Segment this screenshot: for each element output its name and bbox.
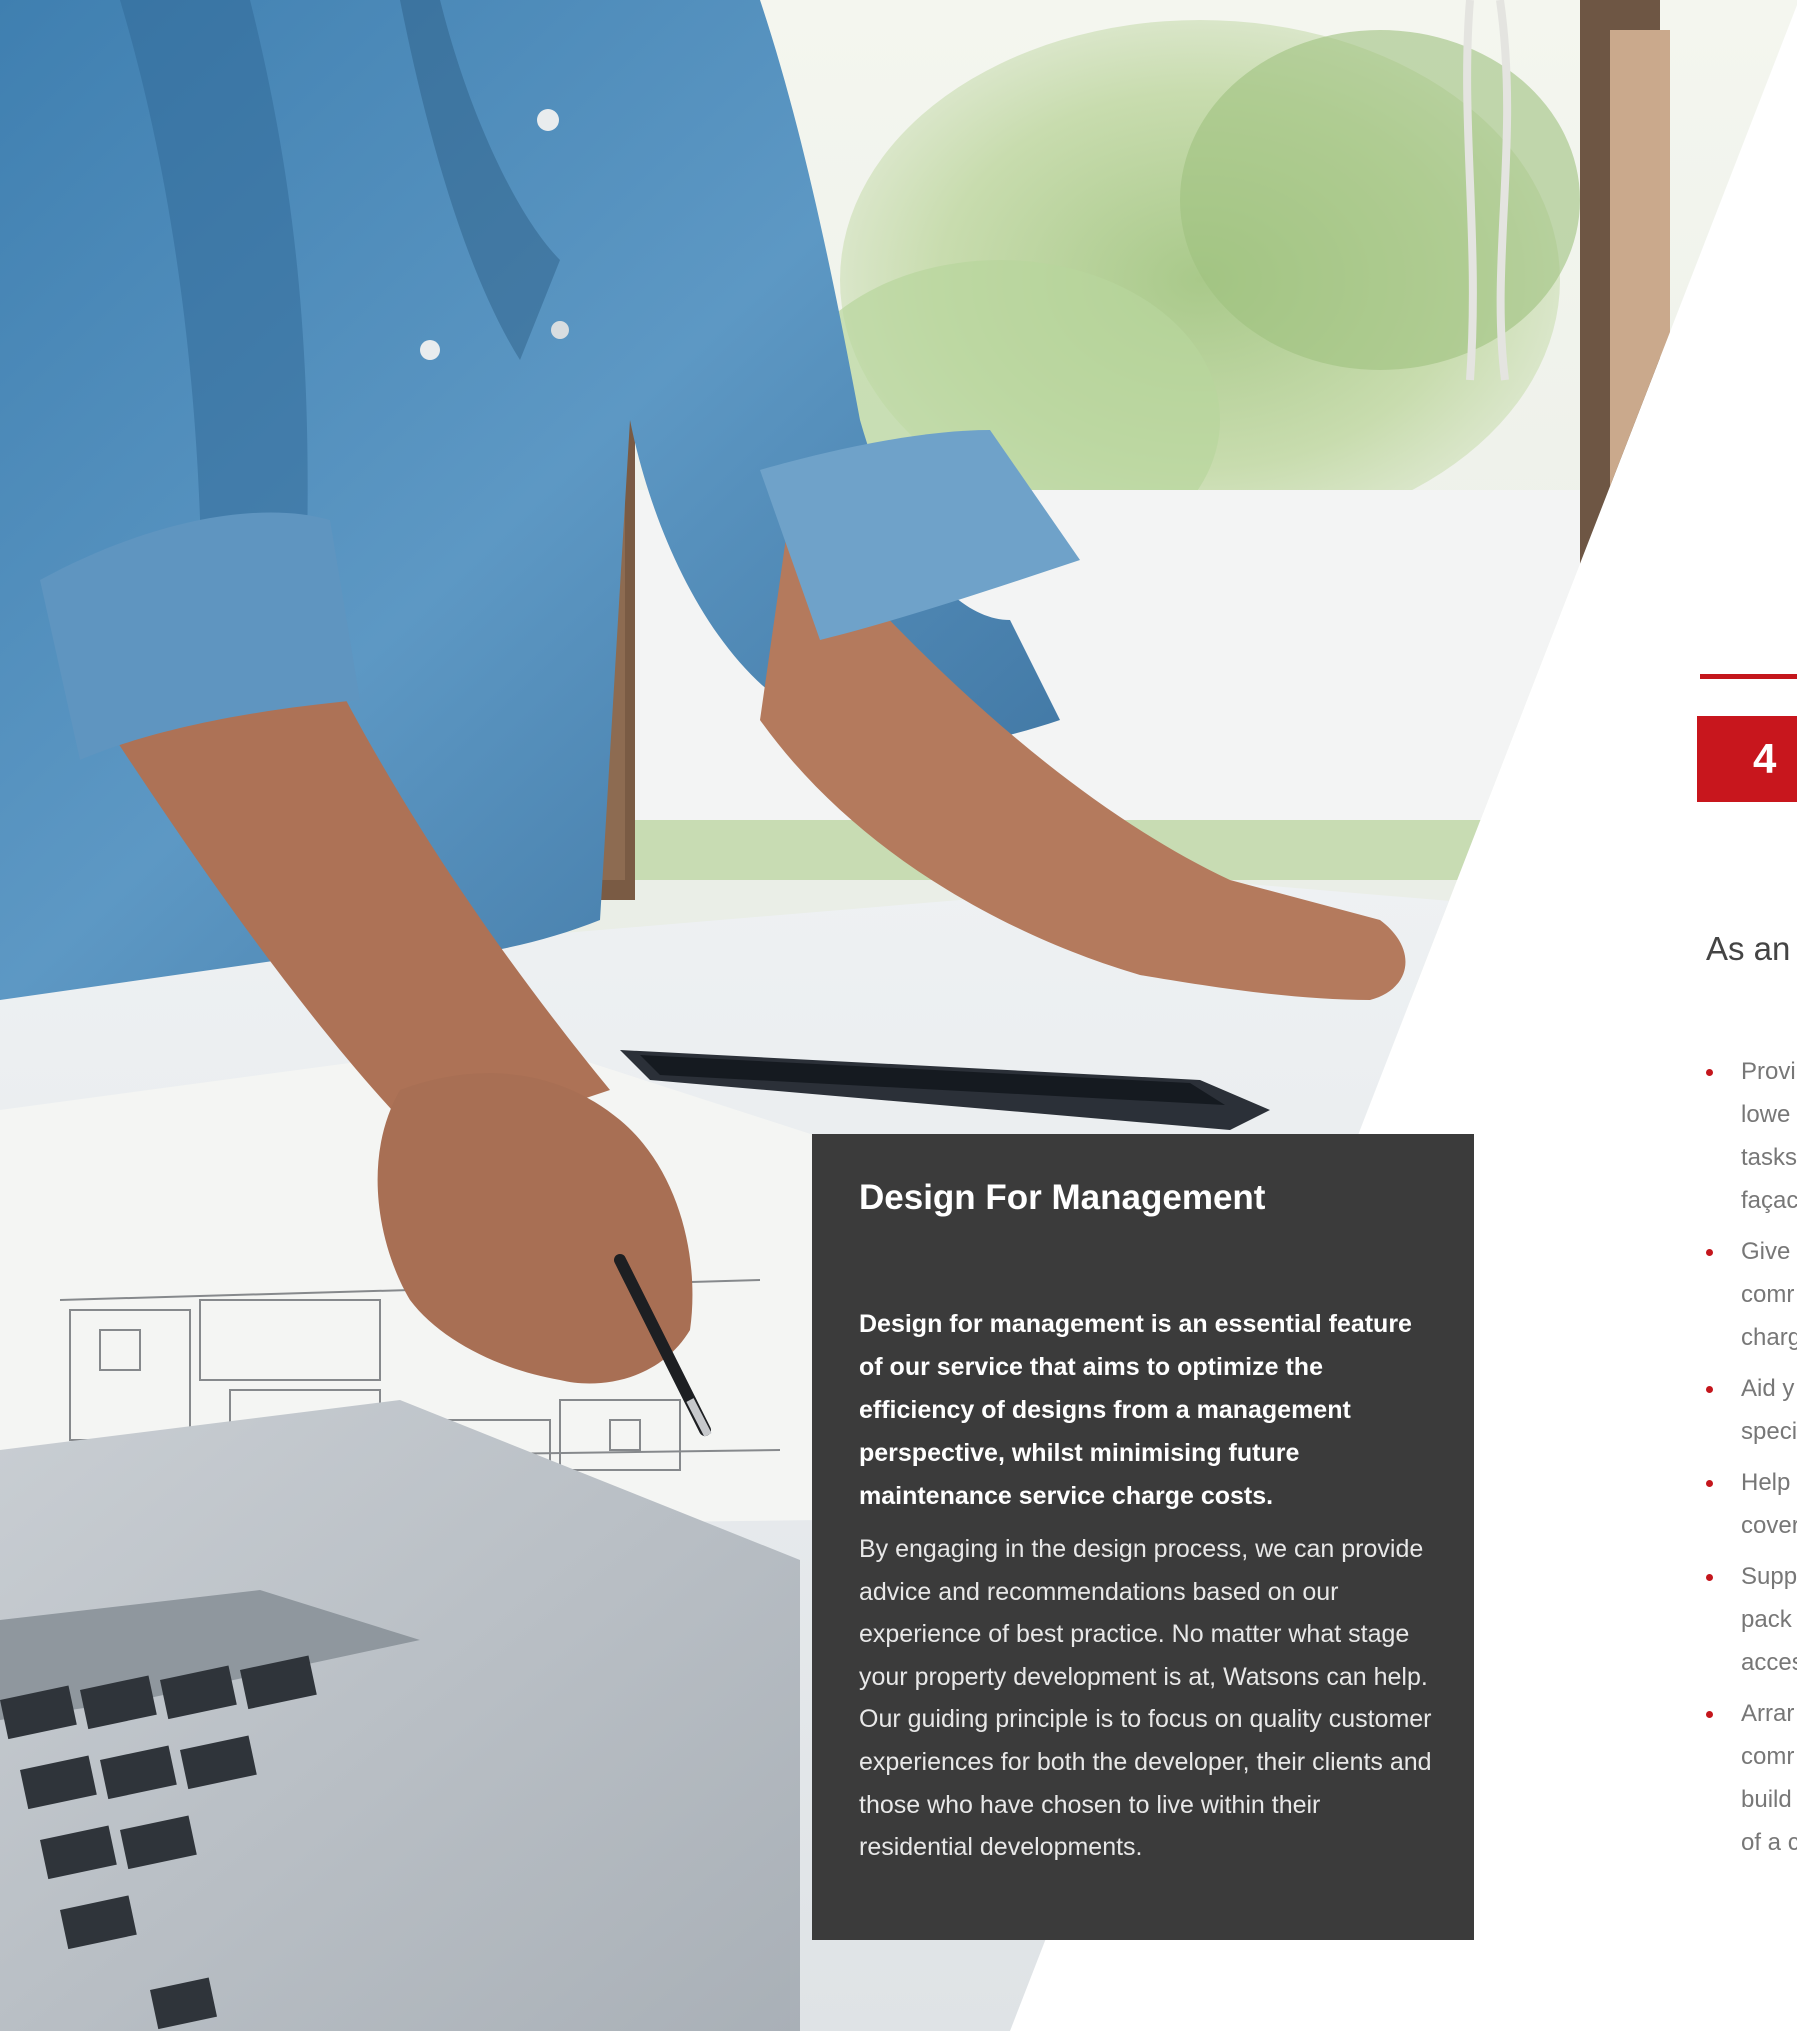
bullet-line: of a c	[1741, 1829, 1797, 1856]
bullet-item: Give comr charg	[1706, 1230, 1797, 1359]
bullet-item: Help cover	[1706, 1461, 1797, 1547]
panel-body-paragraph: By engaging in the design process, we ca…	[859, 1535, 1432, 1862]
bullet-line: acces	[1741, 1649, 1797, 1676]
bullet-item: Provi lowe tasks façac	[1706, 1050, 1797, 1222]
bullet-item: Aid y speci	[1706, 1367, 1797, 1453]
bullet-line: Arrar	[1741, 1700, 1795, 1727]
bullet-line: pack	[1741, 1606, 1792, 1633]
bullet-line: lowe	[1741, 1101, 1791, 1128]
bullet-line: façac	[1741, 1187, 1797, 1214]
design-for-management-panel: Design For Management Design for managem…	[812, 1134, 1474, 1940]
panel-lead-paragraph: Design for management is an essential fe…	[859, 1310, 1412, 1510]
section-rule	[1700, 674, 1797, 679]
bullet-line: Supp	[1741, 1563, 1797, 1590]
bullet-line: speci	[1741, 1418, 1797, 1445]
panel-title: Design For Management	[859, 1178, 1266, 1217]
section-number: 4	[1753, 735, 1777, 782]
bullet-item: Arrar comr build of a c	[1706, 1692, 1797, 1864]
bullet-line: Aid y	[1741, 1375, 1795, 1402]
bullet-line: Provi	[1741, 1058, 1796, 1085]
bullet-line: Help	[1741, 1469, 1791, 1496]
bullet-line: charg	[1741, 1324, 1797, 1351]
service-bullet-list: Provi lowe tasks façac Give comr charg A…	[1706, 1050, 1797, 1872]
bullet-line: comr	[1741, 1281, 1795, 1308]
intro-text: As an	[1706, 930, 1791, 967]
bullet-line: build	[1741, 1786, 1792, 1813]
bullet-line: cover	[1741, 1512, 1797, 1539]
section-number-badge: 4	[1697, 716, 1797, 802]
bullet-line: Give	[1741, 1238, 1791, 1265]
bullet-line: tasks	[1741, 1144, 1797, 1171]
bullet-line: comr	[1741, 1743, 1795, 1770]
bullet-item: Supp pack acces	[1706, 1555, 1797, 1684]
